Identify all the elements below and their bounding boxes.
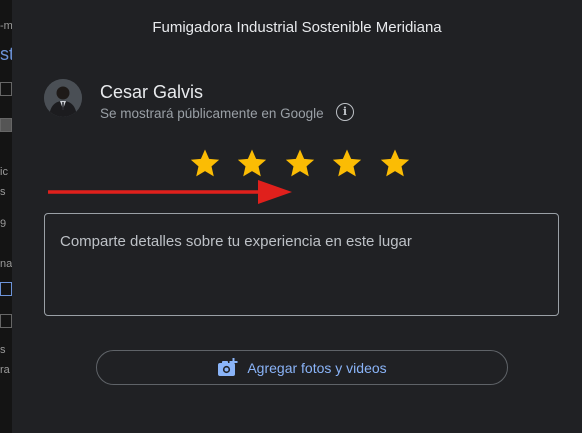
review-dialog: Fumigadora Industrial Sostenible Meridia…	[12, 0, 582, 433]
background-text-fragment: s	[0, 186, 6, 198]
background-link-fragment: st	[0, 44, 12, 64]
public-visibility-note: Se mostrará públicamente en Google	[100, 106, 324, 121]
star-4-icon[interactable]	[330, 146, 364, 180]
add-photos-button[interactable]: Agregar fotos y videos	[96, 350, 508, 385]
user-photo-icon	[44, 79, 82, 117]
avatar	[44, 79, 82, 117]
background-box-fragment	[0, 82, 12, 96]
background-page: -m st ic s 9 na s ra	[0, 0, 12, 433]
red-arrow-icon	[48, 180, 292, 204]
user-name: Cesar Galvis	[100, 82, 204, 102]
review-placeholder: Comparte detalles sobre tu experiencia e…	[60, 233, 412, 250]
star-5-icon[interactable]	[378, 146, 412, 180]
star-2-icon[interactable]	[235, 146, 269, 180]
add-photo-icon	[218, 357, 238, 376]
background-box-fragment	[0, 118, 12, 132]
star-1-icon[interactable]	[188, 146, 222, 180]
background-text-fragment: na	[0, 258, 12, 270]
background-text-fragment: -m	[0, 20, 12, 32]
star-3-icon[interactable]	[283, 146, 317, 180]
background-text-fragment: 9	[0, 218, 7, 230]
background-text-fragment: s	[0, 344, 6, 356]
review-textarea[interactable]: Comparte detalles sobre tu experiencia e…	[44, 213, 559, 316]
info-icon[interactable]: i	[336, 103, 354, 121]
add-photos-label: Agregar fotos y videos	[247, 359, 387, 376]
background-box-fragment	[0, 282, 12, 296]
background-text-fragment: ic	[0, 166, 8, 178]
background-box-fragment	[0, 314, 12, 328]
background-text-fragment: ra	[0, 364, 10, 376]
dialog-title: Fumigadora Industrial Sostenible Meridia…	[152, 19, 442, 36]
